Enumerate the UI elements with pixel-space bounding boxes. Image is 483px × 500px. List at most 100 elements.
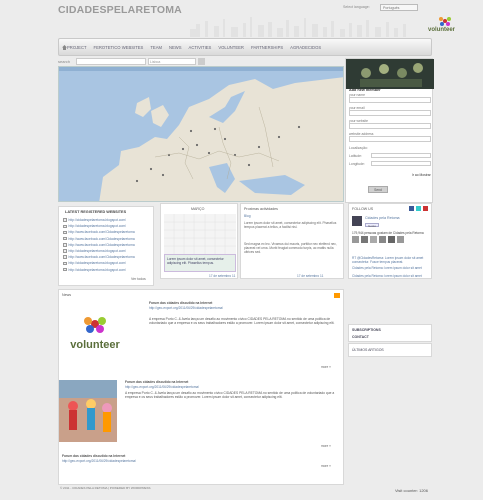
calendar-grid[interactable]	[164, 214, 236, 254]
volunteer-logo: volunteer	[428, 16, 462, 34]
more-link[interactable]: more »	[321, 464, 331, 468]
page-icon	[63, 249, 67, 253]
nav-volunteer[interactable]: VOLUNTEER	[218, 45, 244, 50]
language-select[interactable]: Português	[380, 4, 418, 11]
more-link[interactable]: more »	[321, 365, 331, 369]
activities-title: Proximas actividades	[244, 207, 278, 211]
calendar-panel: MARÇO Lorem ipsum dolor sit amet, consec…	[160, 203, 238, 279]
twitter-icon[interactable]	[416, 206, 421, 211]
fans-count: 179,944 pessoas gostam de Cidades pela R…	[352, 231, 424, 235]
tweet[interactable]: RT @CidadesRetoma: Lorem ipsum dolor sit…	[352, 256, 430, 264]
nav-news[interactable]: NEWS	[169, 45, 182, 50]
activities-footer[interactable]: 17 de setembro 11	[297, 274, 323, 278]
activity-text: Sed magna ex leo. Vivamus dui mauris, po…	[244, 242, 337, 254]
language-label: Select language:	[343, 5, 370, 9]
nav-partnerships[interactable]: PARTNERSHIPS	[251, 45, 283, 50]
site-logo[interactable]: CIDADESPELARETOMA	[58, 4, 182, 16]
page-icon	[63, 267, 67, 272]
flower-icon	[439, 17, 451, 26]
runners-news-image	[59, 380, 117, 442]
websites-title: LATEST REGISTERED WEBSITES	[65, 210, 127, 214]
tweet[interactable]: Cidades pela Retoma: lorem ipsum dolor s…	[352, 274, 430, 278]
avatar[interactable]	[379, 236, 386, 243]
search-button[interactable]	[198, 58, 205, 65]
copyright-text: © 2011 - CIDADES PELA RETOMA | POWERED B…	[60, 486, 151, 490]
map-search: search Lisboa	[58, 58, 343, 66]
news-title: News	[62, 293, 71, 297]
registration-panel: Add new member your name your email your…	[345, 58, 434, 203]
recent-posts-panel: ÚLTIMOS ARTIGOS	[348, 343, 432, 357]
register-title: Add new member	[349, 88, 381, 92]
page-name[interactable]: Cidades pela Retoma	[365, 216, 400, 220]
rss-icon[interactable]	[334, 293, 340, 298]
youtube-icon[interactable]	[423, 206, 428, 211]
website-input[interactable]	[349, 123, 431, 129]
visit-counter: Visit counter: 1206	[394, 488, 428, 493]
follow-us-panel: FOLLOW US Cidades pela Retoma Gosto 179,…	[348, 203, 432, 279]
news-headline[interactable]: Forum das cidades discutido na Internet	[149, 301, 212, 305]
latitude-input[interactable]	[371, 153, 431, 158]
volunteer-news-image: volunteer	[64, 312, 126, 354]
avatar[interactable]	[370, 236, 377, 243]
volunteer-text: volunteer	[428, 27, 456, 33]
news-headline[interactable]: Forum das cidades discutido na Internet	[62, 454, 125, 458]
avatar[interactable]	[361, 236, 368, 243]
avatar[interactable]	[388, 236, 395, 243]
contact-link[interactable]: CONTACT	[352, 335, 369, 339]
nav-activities[interactable]: ACTIVITIES	[189, 45, 212, 50]
city-skyline-graphic	[190, 17, 406, 37]
nav-agradecidos[interactable]: AGRADECIDOS	[290, 45, 321, 50]
send-button[interactable]: Send	[368, 186, 388, 193]
more-link[interactable]: more »	[321, 444, 331, 448]
footer: © 2011 - CIDADES PELA RETOMA | POWERED B…	[58, 485, 432, 499]
facebook-icon[interactable]	[409, 206, 414, 211]
calendar-event[interactable]: Lorem ipsum dolor sit amet, consectetur …	[164, 254, 236, 272]
avatar[interactable]	[352, 236, 359, 243]
avatar[interactable]	[397, 236, 404, 243]
svg-text:volunteer: volunteer	[70, 339, 120, 351]
volunteers-photo	[346, 59, 434, 89]
longitude-input[interactable]	[371, 161, 431, 166]
calendar-footer[interactable]: 17 de setembro 11	[209, 274, 235, 278]
activities-subtitle[interactable]: Blog	[244, 214, 251, 218]
sidebar-links: SUBSCRIPTIONS CONTACT	[348, 324, 432, 342]
nav-team[interactable]: TEAM	[150, 45, 162, 50]
news-section: News Forum das cidades discutido na Inte…	[58, 289, 344, 485]
latest-websites-panel: LATEST REGISTERED WEBSITES http://cidade…	[58, 206, 154, 286]
page-icon	[63, 261, 67, 266]
news-link[interactable]: http://geo-export.org/2011/06/29/cidades…	[149, 306, 223, 310]
map-view[interactable]	[58, 66, 344, 202]
field-label-latitude: Latitude:	[349, 154, 363, 158]
news-headline[interactable]: Forum das cidades discutido na Internet	[125, 380, 188, 384]
page-icon	[63, 255, 67, 259]
recent-posts-title: ÚLTIMOS ARTIGOS	[352, 348, 384, 352]
page-avatar	[352, 216, 362, 226]
page-icon	[63, 236, 67, 241]
websites-list: http://cidadespelaretoma.blogspot.com/ h…	[63, 217, 135, 273]
news-body: A empresa Porto C. & Avela lança um desa…	[125, 391, 335, 399]
main-nav: PROJECT FEROTETICO WEBSITES TEAM NEWS AC…	[58, 38, 432, 56]
nav-project[interactable]: PROJECT	[67, 45, 87, 50]
news-body: A empresa Porto C. & Avela lança um desa…	[149, 317, 335, 325]
name-input[interactable]	[349, 97, 431, 103]
subscriptions-link[interactable]: SUBSCRIPTIONS	[352, 328, 381, 332]
page-icon	[63, 243, 67, 247]
location-input[interactable]: Lisboa	[148, 58, 196, 65]
list-item[interactable]: http://cidadespelaretoma.blogspot.com/	[63, 267, 135, 273]
page-icon	[63, 218, 67, 222]
address-input[interactable]	[349, 136, 431, 142]
europe-map[interactable]	[59, 67, 344, 202]
search-label: search	[58, 59, 71, 64]
like-button[interactable]: Gosto	[365, 223, 379, 228]
see-all-link[interactable]: Ver todos	[131, 277, 146, 281]
nav-websites[interactable]: FEROTETICO WEBSITES	[94, 45, 144, 50]
email-input[interactable]	[349, 110, 431, 116]
page-icon	[63, 224, 67, 229]
tweet[interactable]: Cidades pela Retoma: lorem ipsum dolor s…	[352, 266, 430, 270]
news-link[interactable]: http://geo-export.org/2011/06/29/cidades…	[62, 459, 136, 463]
news-link[interactable]: http://geo-export.org/2011/06/29/cidades…	[125, 385, 199, 389]
search-input[interactable]	[76, 58, 146, 65]
show-on-map-button[interactable]: Ir ao Mostrar	[412, 173, 431, 178]
field-label-longitude: Longitude:	[349, 162, 365, 166]
upcoming-activities-panel: Proximas actividades Blog Lorem ipsum do…	[240, 203, 344, 279]
